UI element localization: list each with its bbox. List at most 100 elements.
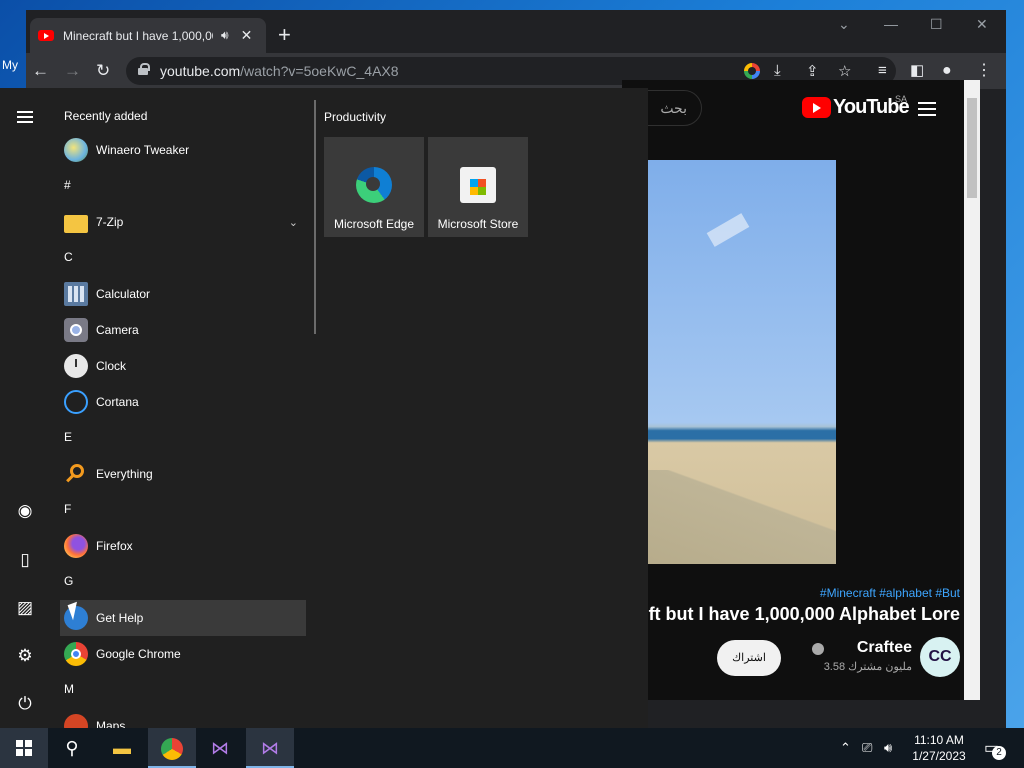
tab-search-icon[interactable]: ⌄ — [838, 16, 850, 33]
clock-date: 1/27/2023 — [912, 749, 966, 763]
youtube-logo[interactable]: YouTube — [802, 96, 910, 119]
page-scrollbar[interactable] — [964, 80, 980, 700]
taskbar-clock[interactable]: 11:10 AM 1/27/2023 — [906, 732, 972, 764]
app-item-google-chrome[interactable]: Google Chrome — [60, 636, 306, 672]
app-item-get-help[interactable]: Get Help — [60, 600, 306, 636]
new-tab-button[interactable]: + — [278, 24, 291, 46]
start-button[interactable] — [0, 728, 48, 768]
taskbar-search-button[interactable]: ⚲ — [48, 728, 96, 768]
youtube-page: بحث YouTube SA #Minecraft #alphabet #But… — [622, 80, 964, 700]
tile-label: Microsoft Store — [437, 217, 519, 231]
section-header[interactable]: C — [64, 250, 73, 264]
app-name: Winaero Tweaker — [96, 143, 190, 157]
recently-added-heading: Recently added — [64, 109, 148, 123]
close-tab-icon[interactable]: ✕ — [241, 27, 253, 44]
app-name: Firefox — [96, 539, 133, 553]
scrollbar-thumb[interactable] — [967, 98, 977, 198]
start-divider — [314, 100, 316, 334]
tile-label: Microsoft Edge — [333, 217, 415, 231]
app-item-7-zip[interactable]: 7-Zip ⌄ — [60, 204, 306, 240]
video-hashtags[interactable]: #Minecraft #alphabet #But — [820, 586, 960, 600]
hamburger-icon[interactable] — [17, 111, 33, 126]
video-block — [622, 470, 836, 564]
maximize-button[interactable]: ☐ — [930, 16, 943, 33]
desktop-icon-label[interactable]: My — [2, 58, 18, 72]
tile-microsoft-edge[interactable]: Microsoft Edge — [324, 137, 424, 237]
app-item-firefox[interactable]: Firefox — [60, 528, 306, 564]
reload-button[interactable]: ↻ — [96, 61, 110, 81]
chevron-down-icon[interactable]: ⌄ — [289, 216, 298, 229]
power-icon[interactable]: ⏻ — [13, 694, 37, 714]
winaero-icon — [64, 138, 88, 162]
taskbar-chrome[interactable] — [148, 728, 196, 768]
taskbar-file-explorer[interactable]: ▬ — [98, 728, 146, 768]
bookmark-star-icon[interactable]: ☆ — [838, 62, 851, 80]
settings-icon[interactable]: ⚙ — [13, 646, 37, 666]
network-icon[interactable]: ⎚ — [862, 740, 872, 756]
clock-time: 11:10 AM — [914, 733, 964, 747]
channel-name[interactable]: Craftee — [857, 639, 912, 657]
tab-title: Minecraft but I have 1,000,000 Alphabet … — [63, 28, 213, 43]
pictures-icon[interactable]: ▨ — [13, 598, 37, 618]
app-item-winaero-tweaker[interactable]: Winaero Tweaker — [60, 132, 306, 168]
app-item-camera[interactable]: Camera — [60, 312, 306, 348]
chevron-up-icon[interactable]: ⌃ — [840, 740, 851, 756]
volume-icon[interactable]: 🔊︎ — [884, 740, 892, 756]
start-rail: ◉ ▯ ▨ ⚙ ⏻ — [0, 88, 50, 728]
edge-icon — [356, 167, 392, 203]
notification-center-button[interactable]: ▭ 2 — [984, 738, 1006, 760]
tab-youtube[interactable]: Minecraft but I have 1,000,000 Alphabet … — [30, 18, 266, 53]
youtube-favicon-icon — [38, 30, 54, 41]
share-icon[interactable]: ⇪ — [806, 62, 819, 80]
app-name: 7-Zip — [96, 215, 124, 229]
chrome-icon — [148, 728, 196, 768]
taskbar-vscode[interactable]: ⋈ — [246, 728, 294, 768]
channel-avatar[interactable]: CC — [920, 637, 960, 677]
section-header[interactable]: # — [64, 178, 71, 192]
start-menu: ◉ ▯ ▨ ⚙ ⏻ Recently added Winaero Tweaker… — [0, 88, 648, 728]
back-button[interactable]: ← — [32, 61, 49, 81]
close-window-button[interactable]: ✕ — [976, 16, 988, 33]
section-header[interactable]: F — [64, 502, 71, 516]
documents-icon[interactable]: ▯ — [13, 550, 37, 570]
url-text[interactable]: youtube.com/watch?v=5oeKwC_4AX8 — [160, 63, 399, 79]
app-item-everything[interactable]: Everything — [60, 456, 306, 492]
app-item-maps[interactable]: Maps — [60, 708, 306, 728]
tile-microsoft-store[interactable]: Microsoft Store — [428, 137, 528, 237]
minimize-button[interactable]: — — [884, 16, 898, 32]
app-name: Get Help — [96, 611, 144, 625]
app-name: Cortana — [96, 395, 139, 409]
user-icon[interactable]: ◉ — [13, 501, 37, 521]
app-list: Recently added Winaero Tweaker #7-Zip ⌄ C Ca… — [60, 88, 306, 728]
media-control-icon[interactable]: ≡ — [878, 61, 887, 81]
taskbar-visual-studio[interactable]: ⋈ — [196, 728, 244, 768]
app-item-clock[interactable]: Clock — [60, 348, 306, 384]
firefox-icon — [64, 534, 88, 558]
section-header[interactable]: G — [64, 574, 73, 588]
lock-icon[interactable] — [138, 63, 150, 75]
video-cloud — [706, 213, 750, 247]
store-icon — [460, 167, 496, 203]
section-header[interactable]: E — [64, 430, 72, 444]
app-item-calculator[interactable]: Calculator — [60, 276, 306, 312]
subscribe-button[interactable]: اشتراك — [717, 640, 781, 676]
app-name: Calculator — [96, 287, 151, 301]
video-title: ft but I have 1,000,000 Alphabet Lore — [648, 604, 960, 624]
hamburger-icon[interactable] — [918, 102, 936, 120]
section-header[interactable]: M — [64, 682, 74, 696]
tiles-group-heading[interactable]: Productivity — [324, 110, 386, 124]
download-icon[interactable]: ⤓ — [774, 62, 781, 79]
folder-icon — [64, 215, 88, 233]
profile-icon[interactable]: ● — [942, 61, 952, 81]
forward-button[interactable]: → — [64, 61, 81, 81]
side-panel-icon[interactable]: ◧ — [910, 61, 924, 81]
camera-icon — [64, 318, 88, 342]
video-player[interactable] — [622, 160, 836, 564]
chrome-icon — [64, 642, 88, 666]
maps-icon — [64, 714, 88, 728]
speaker-icon[interactable]: 🔊︎ — [221, 28, 229, 43]
everything-icon — [64, 462, 88, 486]
menu-icon[interactable]: ⋮ — [976, 61, 992, 81]
app-item-cortana[interactable]: Cortana — [60, 384, 306, 420]
google-lens-icon[interactable] — [744, 63, 760, 79]
